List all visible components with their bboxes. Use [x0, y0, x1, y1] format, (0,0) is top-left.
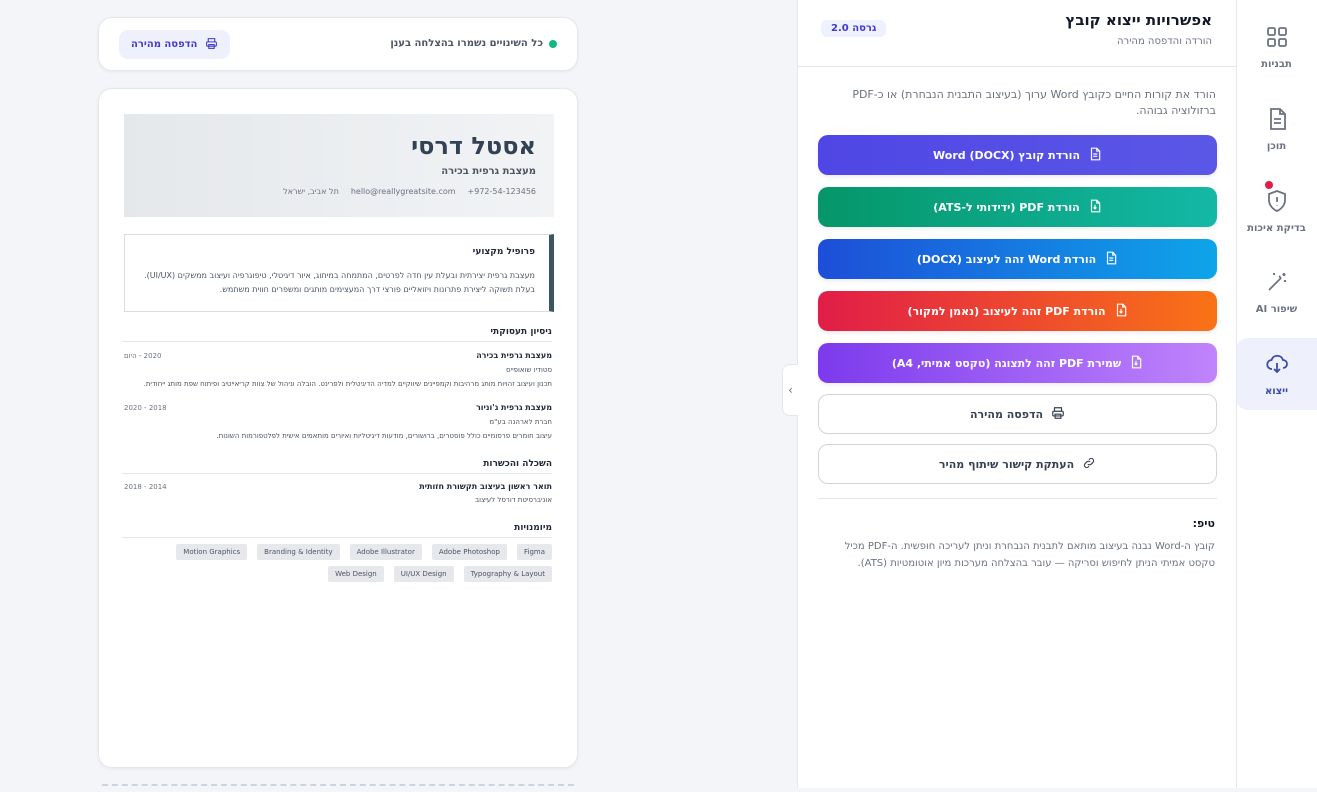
file-doc-icon [1104, 251, 1118, 268]
button-label: הורדת PDF (ידידותי ל-ATS) [933, 200, 1080, 214]
skill-chip: Typography & Layout [463, 566, 552, 582]
divider [818, 498, 1217, 499]
copy-share-link-button[interactable]: העתקת קישור שיתוף מהיר [818, 444, 1217, 484]
skill-chip: Adobe Photoshop [431, 544, 507, 560]
link-icon [1082, 456, 1096, 473]
profile-text: מעצבת גרפית יצירתית ובעלת עין חדה לפרטים… [144, 271, 535, 294]
document-icon [1265, 107, 1289, 135]
section-title: השכלה והכשרות [122, 459, 552, 474]
resume-name: אסטל דרסי [411, 132, 536, 160]
chevron-right-icon: › [788, 383, 793, 397]
panel-title: אפשרויות ייצוא קובץ [1065, 11, 1212, 29]
resume-contact: +972-54-123456 hello@reallygreatsite.com… [283, 187, 536, 196]
job-date: 2020 - היום [124, 352, 162, 360]
sidebar-item-label: שיפור AI [1255, 303, 1298, 315]
download-word-button[interactable]: הורדת קובץ Word (DOCX) [818, 135, 1217, 175]
sidebar-item-templates[interactable]: תבניות [1236, 11, 1317, 83]
collapse-panel-button[interactable]: › [782, 364, 798, 416]
resume-phone: +972-54-123456 [467, 187, 536, 196]
quick-print-button[interactable]: הדפסה מהירה [818, 394, 1217, 434]
education-date: 2014 - 2018 [124, 483, 167, 491]
education-school: אוניברסיטת דורסל לעיצוב [475, 496, 552, 504]
job-date: 2018 - 2020 [124, 404, 167, 412]
job-title: מעצבת גרפית ג'וניור [475, 403, 552, 412]
job-title: מעצבת גרפית בכירה [476, 351, 552, 360]
export-panel: אפשרויות ייצוא קובץ הורדה והדפסה מהירה ג… [797, 0, 1237, 788]
panel-header: אפשרויות ייצוא קובץ הורדה והדפסה מהירה ג… [798, 0, 1236, 67]
skill-chip: Figma [516, 544, 552, 560]
sidebar-item-export[interactable]: ייצוא [1236, 338, 1317, 410]
save-pdf-preview-button[interactable]: שמירת PDF זהה לתצוגה (טקסט אמיתי, A4) [818, 343, 1217, 383]
job-company: חברת לארהנה בע"מ [489, 418, 552, 426]
save-status-text: כל השינויים נשמרו בהצלחה בענן [390, 38, 543, 49]
skill-chip: UI/UX Design [393, 566, 454, 582]
file-download-icon [1088, 199, 1102, 216]
shield-alert-icon [1264, 180, 1289, 217]
sidebar-item-label: בדיקת איכות [1247, 222, 1306, 234]
quick-print-label: הדפסה מהירה [131, 39, 198, 50]
sidebar-item-label: ייצוא [1264, 385, 1289, 397]
job-description: עיצוב חומרים פרסומיים כולל פוסטרים, ברוש… [216, 432, 552, 440]
panel-description: הורד את קורות החיים כקובץ Word ערוך (בעי… [852, 88, 1216, 117]
button-label: הורדת PDF זהה לעיצוב (נאמן למקור) [907, 304, 1106, 318]
download-pdf-ats-button[interactable]: הורדת PDF (ידידותי ל-ATS) [818, 187, 1217, 227]
magic-wand-icon [1265, 270, 1289, 298]
printer-icon [1051, 406, 1065, 423]
save-status: כל השינויים נשמרו בהצלחה בענן [390, 38, 557, 49]
notification-dot [1264, 180, 1273, 189]
skills-list: Figma Adobe Photoshop Adobe Illustrator … [122, 544, 552, 582]
panel-subtitle: הורדה והדפסה מהירה [1117, 36, 1212, 47]
education-title: תואר ראשון בעיצוב תקשורת חזותית [419, 482, 552, 491]
resume-profile-section: פרופיל מקצועי מעצבת גרפית יצירתית ובעלת … [124, 234, 554, 312]
sidebar-item-ai-improve[interactable]: שיפור AI [1236, 256, 1317, 328]
cloud-download-icon [1265, 352, 1289, 380]
status-dot-icon [549, 39, 557, 48]
sidebar-item-quality-check[interactable]: בדיקת איכות [1236, 175, 1317, 247]
page-break-divider [102, 784, 574, 786]
section-title: פרופיל מקצועי [472, 247, 535, 257]
sidebar-nav: תבניות תוכן בדיקת איכות שיפור AI ייצוא [1236, 0, 1317, 788]
resume-email: hello@reallygreatsite.com [350, 187, 456, 196]
section-title: מיומנויות [122, 523, 552, 538]
file-doc-icon [1088, 147, 1102, 164]
resume-header: אסטל דרסי מעצבת גרפית בכירה +972-54-1234… [124, 114, 554, 217]
button-label: הורדת קובץ Word (DOCX) [933, 148, 1080, 162]
skill-chip: Motion Graphics [176, 544, 248, 560]
download-word-design-button[interactable]: הורדת Word זהה לעיצוב (DOCX) [818, 239, 1217, 279]
sidebar-item-label: תוכן [1266, 140, 1287, 152]
button-label: הורדת Word זהה לעיצוב (DOCX) [916, 252, 1097, 266]
version-badge: גרסה 2.0 [821, 20, 887, 37]
tip-title: טיפ: [1192, 517, 1215, 530]
button-label: העתקת קישור שיתוף מהיר [938, 457, 1075, 471]
job-company: סטודיו שואופייס [505, 366, 552, 374]
download-pdf-design-button[interactable]: הורדת PDF זהה לעיצוב (נאמן למקור) [818, 291, 1217, 331]
status-bar: כל השינויים נשמרו בהצלחה בענן הדפסה מהיר… [98, 17, 578, 71]
grid-icon [1265, 25, 1289, 53]
skill-chip: Web Design [328, 566, 384, 582]
file-download-icon [1114, 303, 1128, 320]
button-label: שמירת PDF זהה לתצוגה (טקסט אמיתי, A4) [891, 356, 1122, 370]
printer-icon [205, 37, 218, 53]
topbar-quick-print-button[interactable]: הדפסה מהירה [119, 30, 231, 59]
resume-location: תל אביב, ישראל [283, 187, 339, 196]
file-download-icon [1129, 355, 1143, 372]
tip-text: קובץ ה-Word נבנה בעיצוב מותאם לתבנית הנב… [844, 541, 1215, 569]
sidebar-item-label: תבניות [1261, 58, 1292, 70]
section-title: ניסיון תעסוקתי [122, 327, 552, 342]
skill-chip: Adobe Illustrator [349, 544, 422, 560]
job-description: תכנון ועיצוב זהויות מותג מרהיבות וקמפיינ… [143, 380, 552, 388]
button-label: הדפסה מהירה [969, 407, 1044, 421]
skill-chip: Branding & Identity [257, 544, 340, 560]
resume-preview: אסטל דרסי מעצבת גרפית בכירה +972-54-1234… [98, 88, 578, 768]
sidebar-item-content[interactable]: תוכן [1236, 93, 1317, 165]
resume-role: מעצבת גרפית בכירה [441, 166, 536, 177]
